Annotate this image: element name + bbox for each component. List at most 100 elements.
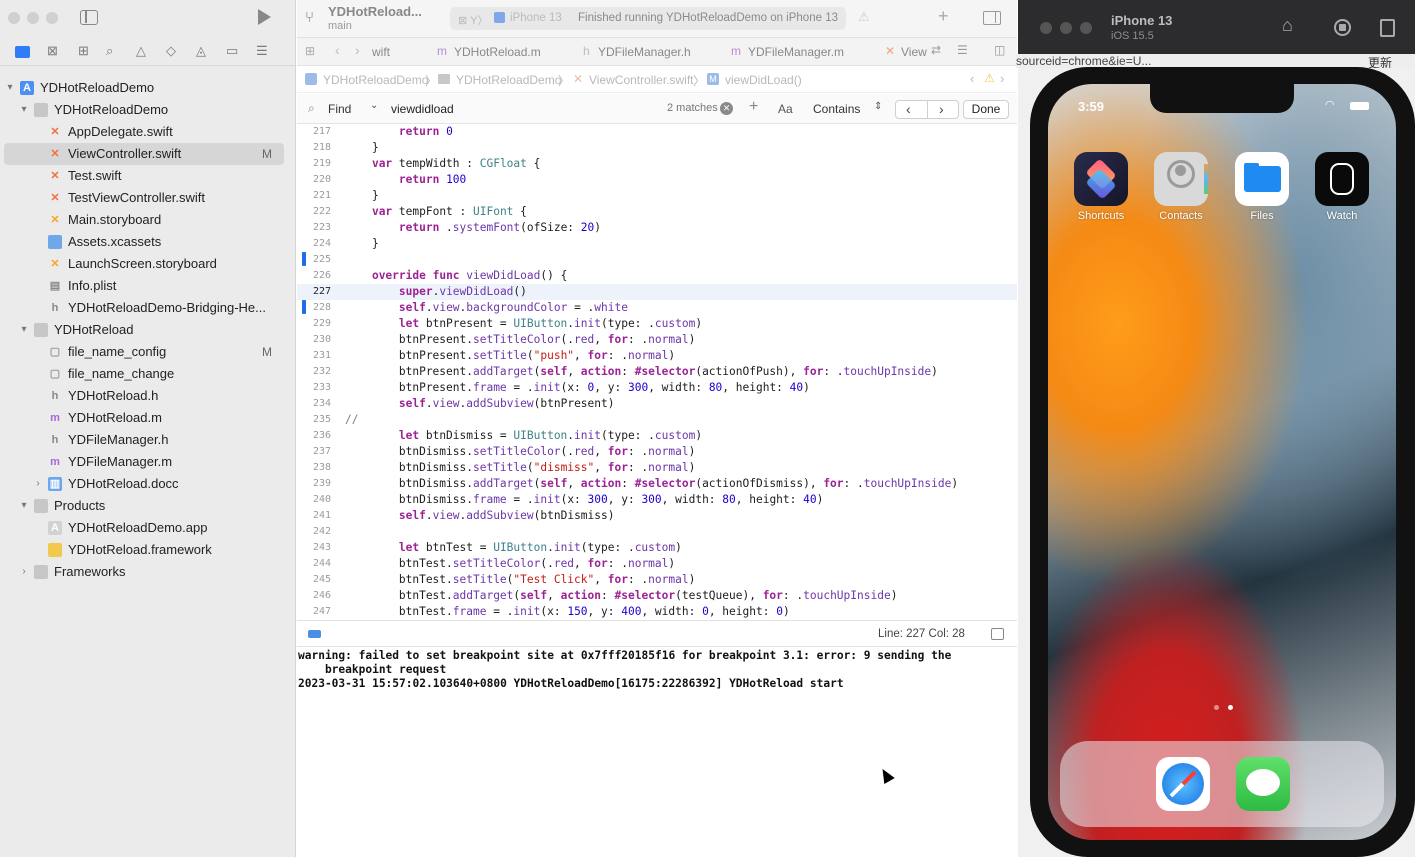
- file-tree-item[interactable]: h YDHotReloadDemo-Bridging-He...: [0, 297, 296, 319]
- chevron-down-icon[interactable]: ▾: [18, 99, 30, 121]
- app-shortcuts[interactable]: Shortcuts: [1073, 152, 1129, 222]
- code-line[interactable]: 242: [297, 524, 1017, 540]
- zoom-window-button[interactable]: [46, 12, 58, 24]
- line-number[interactable]: 218: [297, 140, 331, 156]
- file-tree-item[interactable]: ✕ Main.storyboard: [0, 209, 296, 231]
- line-number[interactable]: 220: [297, 172, 331, 188]
- swap-icon[interactable]: ⇄: [931, 43, 941, 57]
- code-line[interactable]: 229 let btnPresent = UIButton.init(type:…: [297, 316, 1017, 332]
- file-tree-item[interactable]: ▢ file_name_config M: [0, 341, 296, 363]
- source-editor[interactable]: 217 return 0 218 } 219 var tempWidth : CGF…: [297, 124, 1017, 620]
- report-icon[interactable]: ☰: [256, 43, 268, 59]
- run-icon[interactable]: [258, 9, 271, 25]
- line-number[interactable]: 224: [297, 236, 331, 252]
- chevron-down-icon[interactable]: ⌄: [370, 100, 378, 111]
- file-tree-item[interactable]: ▤ Info.plist: [0, 275, 296, 297]
- chevron-down-icon[interactable]: ▾: [4, 77, 16, 99]
- editor-options-icon[interactable]: ☰: [957, 43, 968, 57]
- chevron-down-icon[interactable]: ▾: [18, 495, 30, 517]
- line-number[interactable]: 237: [297, 444, 331, 460]
- code-line[interactable]: 225: [297, 252, 1017, 268]
- line-number[interactable]: 235: [297, 412, 331, 428]
- code-text[interactable]: btnPresent.addTarget(self, action: #sele…: [345, 364, 938, 380]
- code-line[interactable]: 226 override func viewDidLoad() {: [297, 268, 1017, 284]
- breakpoints-toggle-icon[interactable]: [308, 630, 321, 638]
- zoom-window-button[interactable]: [1080, 22, 1092, 34]
- find-previous-button[interactable]: ‹: [906, 101, 911, 117]
- line-number[interactable]: 247: [297, 604, 331, 620]
- line-number[interactable]: 246: [297, 588, 331, 604]
- code-line[interactable]: 220 return 100: [297, 172, 1017, 188]
- code-text[interactable]: override func viewDidLoad() {: [345, 268, 567, 284]
- line-number[interactable]: 233: [297, 380, 331, 396]
- file-tree-item[interactable]: ✕ TestViewController.swift: [0, 187, 296, 209]
- minimize-window-button[interactable]: [27, 12, 39, 24]
- tab-ydhotreload-m[interactable]: YDHotReload.m: [454, 45, 541, 59]
- search-input[interactable]: viewdidload: [391, 102, 454, 116]
- code-text[interactable]: return 0: [345, 124, 453, 140]
- toggle-debug-area-icon[interactable]: [991, 628, 1004, 640]
- line-number[interactable]: 238: [297, 460, 331, 476]
- code-text[interactable]: let btnPresent = UIButton.init(type: .cu…: [345, 316, 702, 332]
- search-icon[interactable]: ⌕: [106, 43, 113, 59]
- file-tree-item[interactable]: ▾ A YDHotReloadDemo: [0, 77, 296, 99]
- line-number[interactable]: 245: [297, 572, 331, 588]
- code-line[interactable]: 232 btnPresent.addTarget(self, action: #…: [297, 364, 1017, 380]
- code-line[interactable]: 244 btnTest.setTitleColor(.red, for: .no…: [297, 556, 1017, 572]
- tab-view[interactable]: View: [901, 45, 927, 59]
- line-number[interactable]: 242: [297, 524, 331, 540]
- code-line[interactable]: 238 btnDismiss.setTitle("dismiss", for: …: [297, 460, 1017, 476]
- code-text[interactable]: let btnDismiss = UIButton.init(type: .cu…: [345, 428, 702, 444]
- code-text[interactable]: return .systemFont(ofSize: 20): [345, 220, 601, 236]
- previous-issue-icon[interactable]: ‹: [970, 71, 974, 86]
- tab-ydfilemanager-m[interactable]: YDFileManager.m: [748, 45, 844, 59]
- code-line[interactable]: 235 //: [297, 412, 1017, 428]
- code-line[interactable]: 241 self.view.addSubview(btnDismiss): [297, 508, 1017, 524]
- code-text[interactable]: btnTest.setTitleColor(.red, for: .normal…: [345, 556, 675, 572]
- line-number[interactable]: 229: [297, 316, 331, 332]
- code-text[interactable]: btnPresent.setTitle("push", for: .normal…: [345, 348, 675, 364]
- tab-viewcontroller[interactable]: wift: [372, 45, 390, 59]
- code-line[interactable]: 240 btnDismiss.frame = .init(x: 300, y: …: [297, 492, 1017, 508]
- screenshot-icon[interactable]: [1334, 19, 1351, 36]
- file-tree-item[interactable]: ✕ ViewController.swift M: [0, 143, 296, 165]
- code-text[interactable]: }: [345, 140, 379, 156]
- add-icon[interactable]: +: [938, 6, 949, 27]
- app-contacts[interactable]: Contacts: [1153, 152, 1209, 222]
- file-tree-item[interactable]: › Frameworks: [0, 561, 296, 583]
- line-number[interactable]: 230: [297, 332, 331, 348]
- code-line[interactable]: 237 btnDismiss.setTitleColor(.red, for: …: [297, 444, 1017, 460]
- code-line[interactable]: 222 var tempFont : UIFont {: [297, 204, 1017, 220]
- code-text[interactable]: let btnTest = UIButton.init(type: .custo…: [345, 540, 682, 556]
- code-text[interactable]: self.view.backgroundColor = .white: [345, 300, 628, 316]
- code-text[interactable]: btnDismiss.addTarget(self, action: #sele…: [345, 476, 958, 492]
- code-line[interactable]: 230 btnPresent.setTitleColor(.red, for: …: [297, 332, 1017, 348]
- line-number[interactable]: 231: [297, 348, 331, 364]
- line-number[interactable]: 240: [297, 492, 331, 508]
- app-files[interactable]: Files: [1234, 152, 1290, 222]
- code-line[interactable]: 218 }: [297, 140, 1017, 156]
- forward-icon[interactable]: ›: [355, 42, 360, 58]
- file-tree-item[interactable]: m YDHotReload.m: [0, 407, 296, 429]
- warning-icon[interactable]: △: [136, 43, 146, 59]
- code-line[interactable]: 247 btnTest.frame = .init(x: 150, y: 400…: [297, 604, 1017, 620]
- code-text[interactable]: self.view.addSubview(btnPresent): [345, 396, 615, 412]
- code-text[interactable]: btnTest.frame = .init(x: 150, y: 400, wi…: [345, 604, 790, 620]
- code-line[interactable]: 246 btnTest.addTarget(self, action: #sel…: [297, 588, 1017, 604]
- chevron-right-icon[interactable]: ›: [32, 473, 44, 495]
- breadcrumb-group[interactable]: YDHotReloadDemo: [456, 73, 561, 87]
- grid-icon[interactable]: ⊞: [305, 44, 315, 58]
- code-text[interactable]: btnPresent.setTitleColor(.red, for: .nor…: [345, 332, 695, 348]
- code-text[interactable]: var tempFont : UIFont {: [345, 204, 527, 220]
- code-text[interactable]: btnDismiss.setTitle("dismiss", for: .nor…: [345, 460, 695, 476]
- breadcrumb-project[interactable]: YDHotReloadDemo: [323, 73, 428, 87]
- activity-viewer[interactable]: ⊠ Y〉 iPhone 13 Finished running YDHotRel…: [450, 7, 846, 30]
- close-window-button[interactable]: [1040, 22, 1052, 34]
- code-text[interactable]: var tempWidth : CGFloat {: [345, 156, 540, 172]
- code-line[interactable]: 217 return 0: [297, 124, 1017, 140]
- line-number[interactable]: 234: [297, 396, 331, 412]
- split-editor-icon[interactable]: ◫: [994, 43, 1005, 57]
- file-tree-item[interactable]: ✕ LaunchScreen.storyboard: [0, 253, 296, 275]
- code-line[interactable]: 224 }: [297, 236, 1017, 252]
- chevron-right-icon[interactable]: ›: [18, 561, 30, 583]
